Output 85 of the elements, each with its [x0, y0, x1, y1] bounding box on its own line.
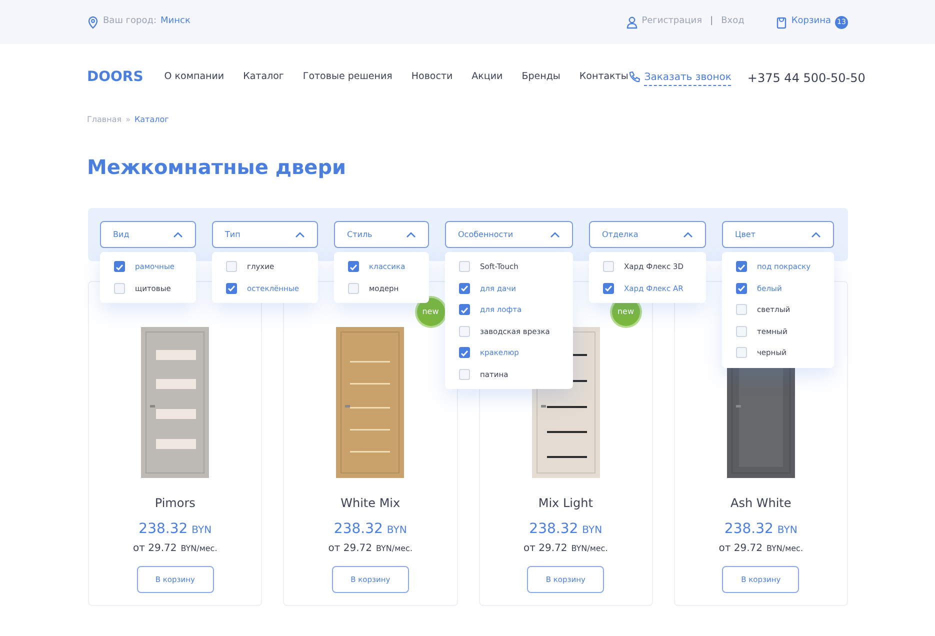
checkbox[interactable]	[348, 261, 359, 272]
chevron-icon	[173, 232, 183, 238]
monthly-unit: BYN/мес.	[766, 543, 803, 555]
product-name: White Mix	[340, 495, 400, 512]
price-amount: 238.32	[334, 520, 383, 539]
check-icon	[115, 262, 124, 271]
checkbox[interactable]	[459, 326, 470, 337]
breadcrumb-link[interactable]: Главная	[87, 114, 122, 126]
checkbox[interactable]	[114, 282, 125, 294]
checkbox[interactable]	[603, 282, 614, 294]
checkbox[interactable]	[348, 282, 359, 294]
currency-text: BYN	[777, 524, 798, 538]
check-icon	[460, 306, 469, 314]
register-link[interactable]: Регистрация	[642, 15, 702, 29]
checkbox[interactable]	[114, 261, 125, 272]
price-amount: 238.32	[724, 520, 774, 539]
filter-dropdown[interactable]: Цвет	[722, 221, 834, 248]
nav-link[interactable]: Бренды	[522, 70, 560, 85]
nav-link[interactable]: Новости	[411, 70, 453, 85]
chevron-icon	[406, 232, 416, 238]
nav-link[interactable]: О компании	[164, 70, 224, 85]
checkbox[interactable]	[459, 304, 470, 316]
check-icon	[604, 284, 613, 292]
check-icon	[227, 284, 236, 292]
checkbox[interactable]	[736, 347, 747, 358]
currency-text: BYN	[386, 524, 407, 538]
check-icon	[737, 284, 746, 292]
nav-link[interactable]: Контакты	[579, 70, 628, 85]
product-name: Ash White	[730, 495, 792, 512]
checkbox[interactable]	[459, 368, 470, 380]
check-icon	[349, 262, 358, 271]
cart-link[interactable]: Корзина	[791, 15, 831, 29]
city-label: Ваш город:	[103, 15, 156, 28]
checkbox[interactable]	[603, 261, 614, 272]
bag-icon	[776, 16, 788, 28]
monthly-price: от 29.72	[718, 542, 762, 556]
price-amount: 238.32	[138, 520, 188, 539]
price-amount: 238.32	[529, 520, 578, 539]
breadcrumb-link[interactable]: Каталог	[134, 114, 169, 126]
checkbox[interactable]	[459, 347, 470, 358]
logo[interactable]: DOORS	[87, 67, 144, 88]
product-name: Mix Light	[538, 495, 593, 512]
nav-link[interactable]: Акции	[472, 70, 503, 85]
chevron-icon	[295, 232, 305, 238]
chevron-icon	[550, 232, 560, 238]
monthly-unit: BYN/мес.	[180, 543, 218, 555]
check-icon	[737, 262, 746, 271]
nav-link[interactable]: Готовые решения	[302, 70, 392, 85]
chevron-icon	[683, 232, 693, 238]
check-icon	[460, 284, 469, 292]
checkbox[interactable]	[736, 326, 747, 337]
phone-number: +375 44 500-50-50	[747, 70, 866, 86]
phone-icon	[628, 71, 640, 84]
monthly-unit: BYN/мес.	[376, 543, 412, 555]
location-pin-icon	[87, 16, 99, 28]
separator-text: |	[709, 15, 714, 28]
checkbox[interactable]	[736, 282, 747, 294]
monthly-price: от 29.72	[523, 542, 568, 556]
checkbox[interactable]	[226, 282, 237, 294]
callback-link[interactable]: Заказать звонок	[644, 70, 732, 86]
checkbox[interactable]	[459, 282, 470, 294]
new-badge: new	[416, 298, 444, 326]
checkbox[interactable]	[736, 261, 747, 272]
checkbox[interactable]	[736, 304, 747, 316]
check-icon	[460, 348, 469, 357]
filter-dropdown[interactable]: Стиль	[334, 221, 429, 248]
filter-dropdown[interactable]: Тип	[212, 221, 318, 248]
page-title: Межкомнатные двери	[86, 154, 348, 181]
chevron-icon	[811, 232, 821, 238]
product-name: Pimors	[154, 495, 196, 512]
breadcrumb-separator: »	[126, 114, 130, 126]
filter-dropdown[interactable]: Отделка	[589, 221, 706, 248]
checkbox[interactable]	[226, 261, 237, 272]
filter-dropdown[interactable]: Вид	[100, 221, 196, 248]
monthly-unit: BYN/мес.	[571, 543, 608, 555]
currency-text: BYN	[582, 524, 602, 538]
currency-text: BYN	[192, 524, 212, 538]
login-link[interactable]: Вход	[721, 15, 744, 29]
checkbox[interactable]	[459, 261, 470, 272]
monthly-price: от 29.72	[132, 542, 177, 556]
nav-link[interactable]: Каталог	[243, 70, 284, 85]
city-link[interactable]: Минск	[160, 15, 190, 29]
user-icon	[626, 16, 638, 28]
filter-dropdown[interactable]: Особенности	[445, 221, 573, 248]
monthly-price: от 29.72	[328, 542, 372, 556]
